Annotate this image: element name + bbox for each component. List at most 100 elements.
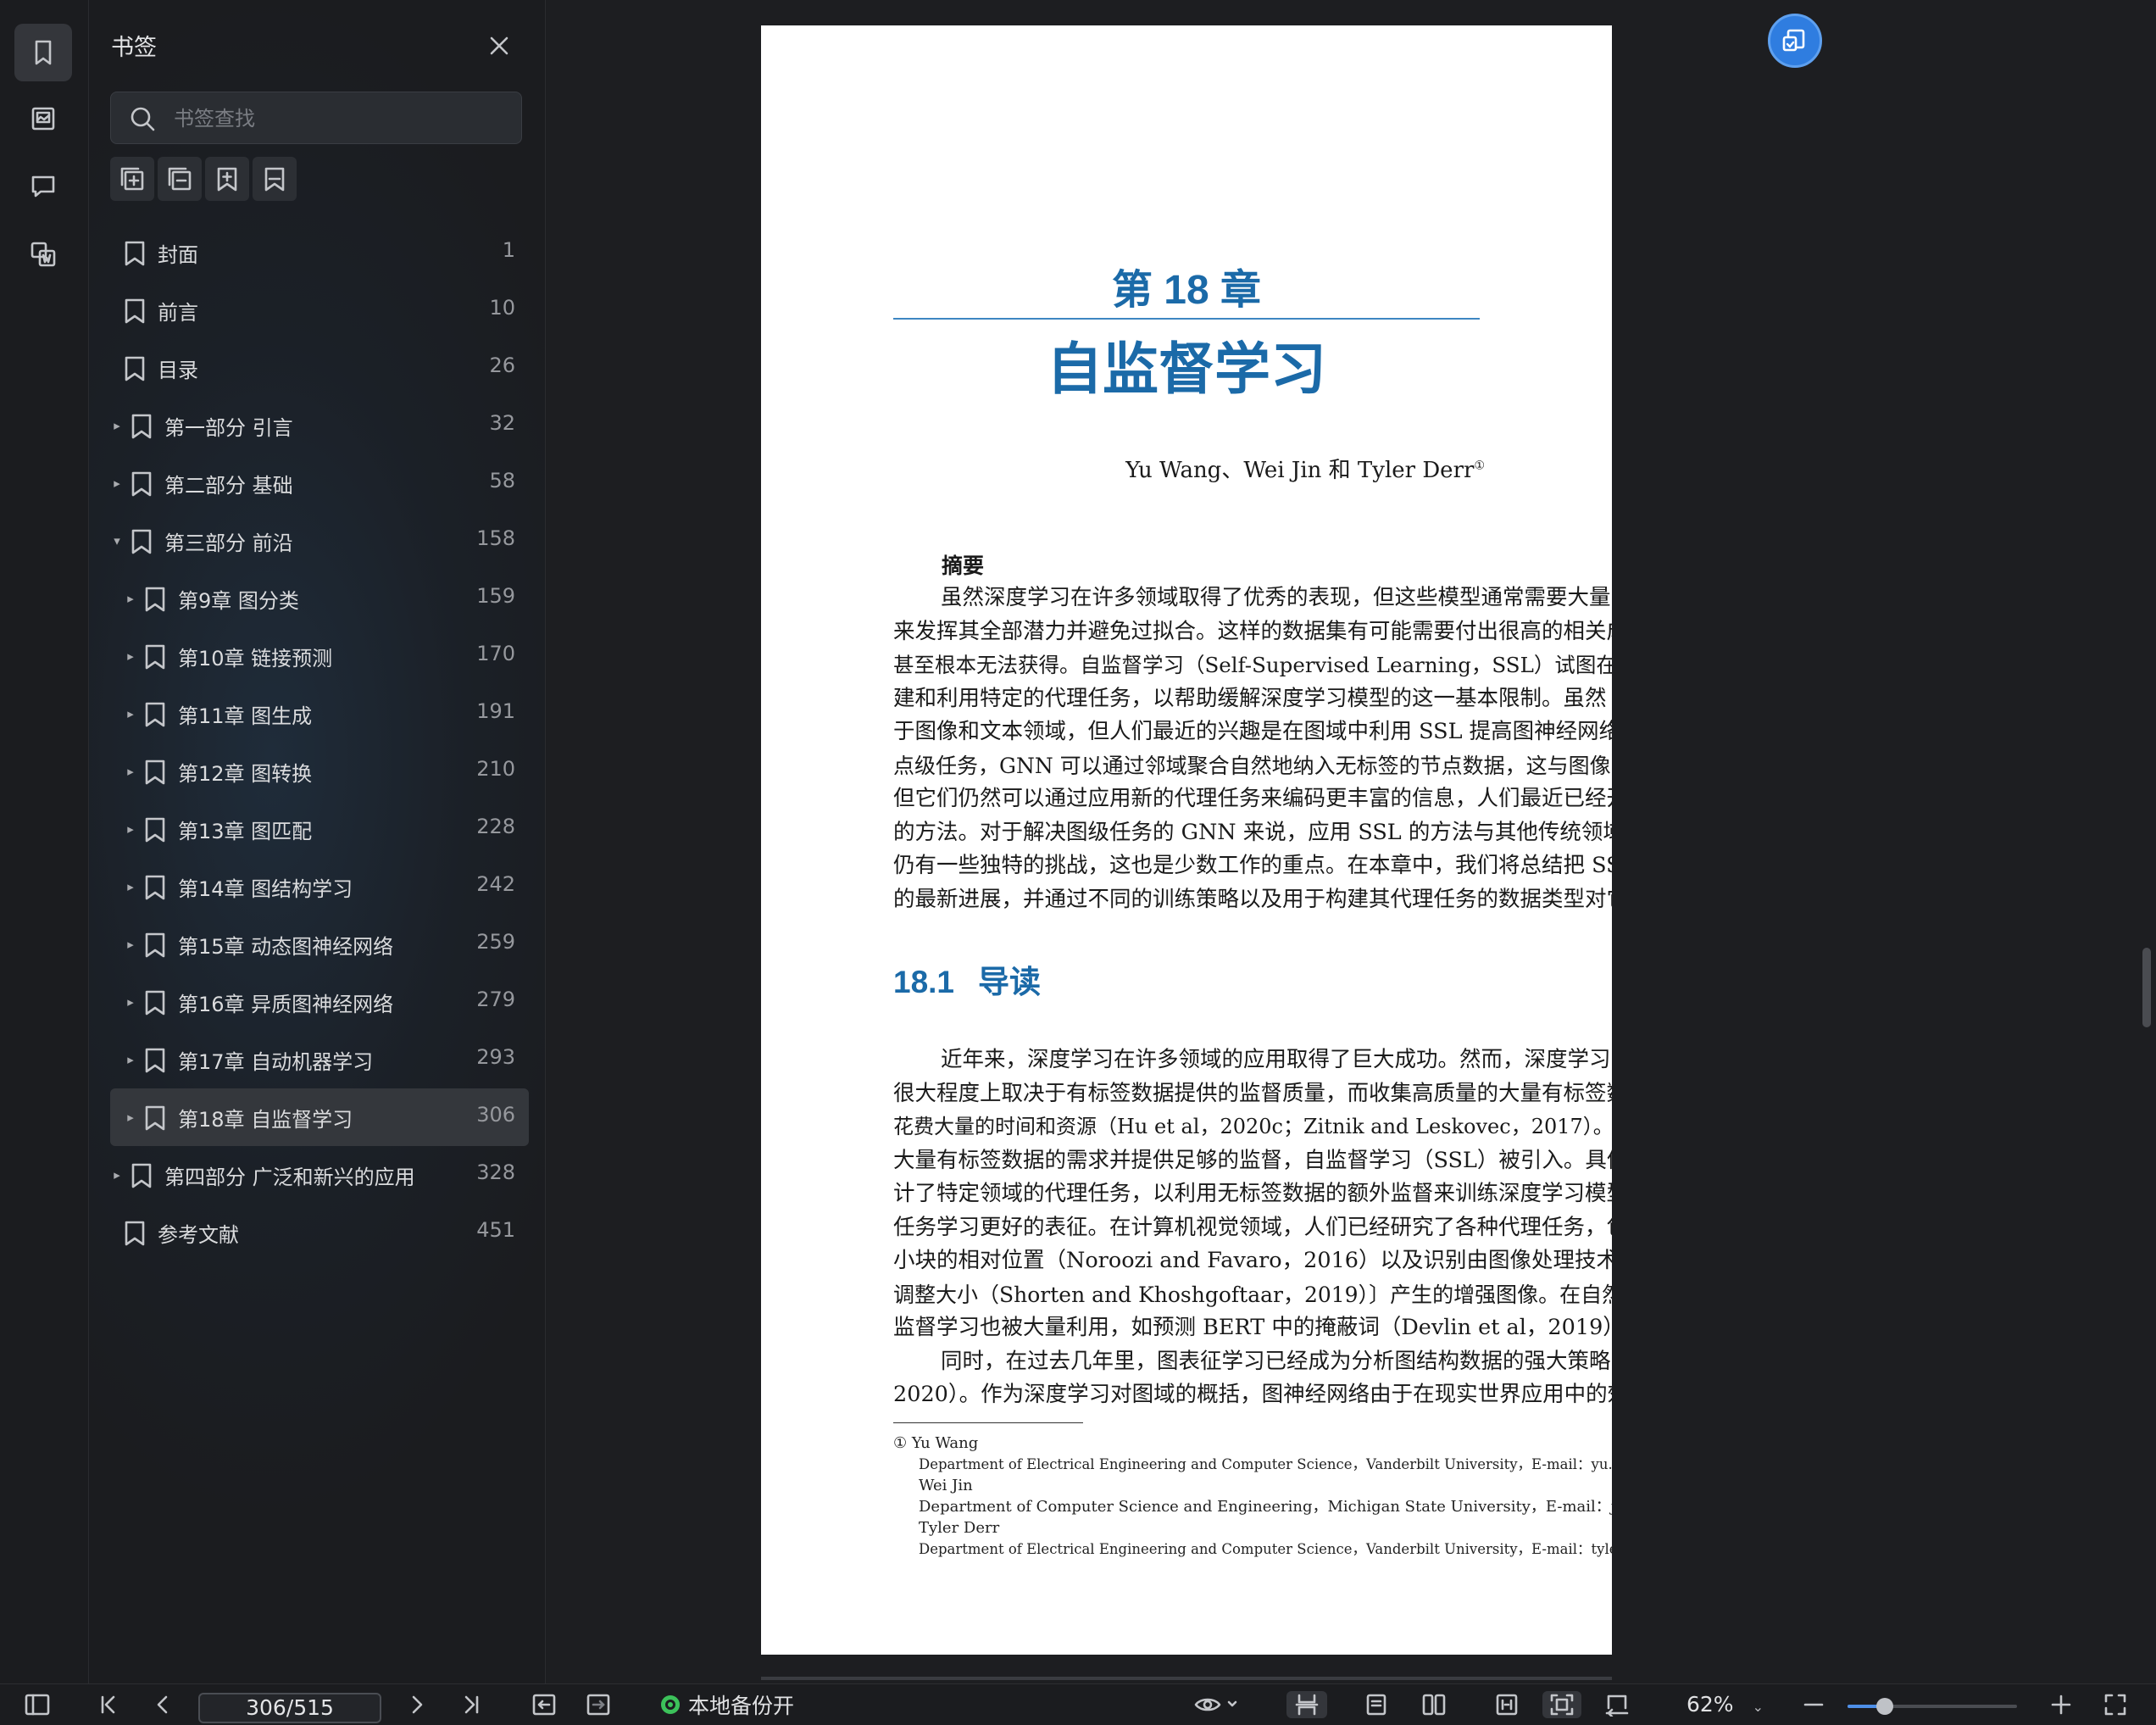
bookmark-item[interactable]: ▸ 第14章 图结构学习 242 — [110, 858, 529, 915]
bookmark-page-number: 191 — [476, 699, 515, 723]
footnote: ① Yu Wang Department of Electrical Engine… — [893, 1433, 1612, 1560]
bookmark-item[interactable]: ▸ 第17章 自动机器学习 293 — [110, 1031, 529, 1088]
caret-right-icon[interactable]: ▸ — [124, 992, 137, 1012]
bookmark-item[interactable]: ▸ 第二部分 基础 58 — [110, 454, 529, 512]
caret-right-icon[interactable]: ▸ — [124, 876, 137, 897]
bookmark-item[interactable]: ▾ 第三部分 前沿 158 — [110, 512, 529, 570]
vertical-scrollbar[interactable] — [2142, 948, 2151, 1027]
caret-right-icon[interactable]: ▸ — [124, 646, 137, 666]
bookmark-item[interactable]: ▸ 第13章 图匹配 228 — [110, 800, 529, 858]
fullscreen-button[interactable] — [2098, 1691, 2132, 1718]
caret-down-icon[interactable]: ▾ — [110, 531, 124, 551]
bookmark-item[interactable]: ▸ 第16章 异质图神经网络 279 — [110, 973, 529, 1031]
bookmark-item[interactable]: ▸ 第一部分 引言 32 — [110, 397, 529, 454]
chevron-left-icon — [157, 1695, 168, 1714]
bookmark-item[interactable]: ▸ 第11章 图生成 191 — [110, 685, 529, 743]
go-back-button[interactable] — [527, 1691, 561, 1718]
single-page-button[interactable] — [1359, 1691, 1393, 1718]
caret-right-icon[interactable]: ▸ — [124, 819, 137, 839]
body-line: 同时，在过去几年里，图表征学习已经成为分析图结构数据的强大策略（Hamilton… — [941, 1348, 1612, 1374]
caret-right-icon[interactable]: ▸ — [124, 1049, 137, 1070]
footnote-line: ① Yu Wang — [893, 1434, 979, 1452]
sync-button[interactable] — [1768, 14, 1822, 68]
collapse-all-button[interactable] — [158, 157, 202, 201]
bookmark-page-number: 242 — [476, 872, 515, 896]
caret-right-icon[interactable]: ▸ — [124, 761, 137, 782]
bookmark-item[interactable]: ▸ 第12章 图转换 210 — [110, 743, 529, 800]
bookmark-label: 目录 — [158, 359, 198, 382]
abstract-line: 于图像和文本领域，但人们最近的兴趣是在图域中利用 SSL 提高图神经网络的表现。… — [893, 719, 1612, 744]
previous-page-button[interactable] — [146, 1691, 180, 1718]
zoom-in-button[interactable] — [2044, 1691, 2078, 1718]
zoom-out-button[interactable] — [1797, 1691, 1831, 1718]
comment-panel-button[interactable] — [14, 158, 72, 215]
two-page-button[interactable] — [1417, 1691, 1451, 1718]
abstract-line: 虽然深度学习在许多领域取得了优秀的表现，但这些模型通常需要大量的注释数据集 — [941, 585, 1612, 610]
last-page-icon — [464, 1695, 479, 1714]
caret-right-icon[interactable]: ▸ — [124, 588, 137, 609]
view-mode-dropdown[interactable] — [1192, 1691, 1246, 1718]
page-number-input[interactable]: 306/515 — [198, 1693, 381, 1723]
bookmark-item[interactable]: ▸ 第15章 动态图神经网络 259 — [110, 915, 529, 973]
fit-page-button[interactable] — [1542, 1691, 1581, 1718]
continuous-scroll-button[interactable] — [1286, 1691, 1327, 1718]
zoom-slider[interactable] — [1848, 1698, 2017, 1715]
caret-right-icon[interactable]: ▸ — [110, 473, 124, 493]
caret-right-icon[interactable]: ▸ — [110, 415, 124, 436]
horizontal-scrollbar[interactable] — [761, 1677, 1612, 1680]
expand-all-button[interactable] — [110, 157, 154, 201]
abstract-line: 来发挥其全部潜力并避免过拟合。这样的数据集有可能需要付出很高的相关成本才能获得， — [893, 618, 1612, 644]
bookmark-panel-button[interactable] — [14, 24, 72, 81]
caret-right-icon[interactable]: ▸ — [124, 704, 137, 724]
fit-width-button[interactable] — [1490, 1691, 1524, 1718]
minus-icon — [1803, 1703, 1824, 1706]
abstract-paragraph: 虽然深度学习在许多领域取得了优秀的表现，但这些模型通常需要大量的注释数据集来发挥… — [893, 581, 1612, 916]
add-bookmark-button[interactable] — [205, 157, 249, 201]
bookmark-label: 第9章 图分类 — [178, 589, 299, 613]
go-forward-button[interactable] — [581, 1691, 615, 1718]
body-line: 小块的相对位置（Noroozi and Favaro，2016）以及识别由图像处… — [893, 1248, 1612, 1273]
bookmark-page-number: 159 — [476, 584, 515, 608]
body-line: 计了特定领域的代理任务，以利用无标签数据的额外监督来训练深度学习模型，并为下游 — [893, 1181, 1612, 1206]
chevron-down-icon: ⌄ — [1752, 1699, 1764, 1715]
panel-title: 书签 — [111, 35, 157, 61]
bookmark-label: 封面 — [158, 243, 198, 267]
rotate-button[interactable] — [1600, 1691, 1634, 1718]
caret-right-icon[interactable]: ▸ — [124, 1107, 137, 1127]
abstract-line: 仍有一些独特的挑战，这也是少数工作的重点。在本章中，我们将总结把 SSL 应用于… — [893, 853, 1612, 878]
bookmark-icon — [131, 414, 152, 439]
thumbnail-panel-button[interactable] — [14, 90, 72, 147]
zoom-slider-handle[interactable] — [1876, 1698, 1893, 1715]
bookmark-search-input[interactable] — [172, 101, 506, 136]
chapter-title: 自监督学习 — [1047, 337, 1326, 400]
bookmark-item[interactable]: ▸ 第四部分 广泛和新兴的应用 328 — [110, 1146, 529, 1204]
bookmark-item[interactable]: 目录 26 — [110, 339, 529, 397]
close-panel-button[interactable] — [482, 29, 516, 63]
bookmark-item[interactable]: ▸ 第10章 链接预测 170 — [110, 627, 529, 685]
body-line: 大量有标签数据的需求并提供足够的监督，自监督学习（SSL）被引入。具体来说，SS… — [893, 1147, 1612, 1173]
toggle-sidebar-button[interactable] — [20, 1691, 54, 1718]
last-page-button[interactable] — [454, 1691, 488, 1718]
section-heading: 18.1 导读 — [893, 956, 1041, 1002]
bookmark-item[interactable]: 前言 10 — [110, 281, 529, 339]
document-viewer[interactable]: 第 18 章 自监督学习 Yu Wang、Wei Jin 和 Tyler Der… — [546, 0, 2156, 1683]
caret-right-icon[interactable]: ▸ — [124, 934, 137, 954]
bookmark-icon — [145, 644, 165, 670]
body-line: 2020）。作为深度学习对图域的概括，图神经网络由于在现实世界应用中的效率和强大… — [893, 1382, 1612, 1407]
abstract-heading: 摘要 — [942, 554, 985, 578]
bookmark-outline-button[interactable] — [253, 157, 297, 201]
bookmark-item[interactable]: ▸ 第9章 图分类 159 — [110, 570, 529, 627]
next-page-button[interactable] — [400, 1691, 434, 1718]
first-page-button[interactable] — [92, 1691, 125, 1718]
backup-status[interactable]: 本地备份开 — [661, 1691, 794, 1718]
bookmark-item[interactable]: 参考文献 451 — [110, 1204, 529, 1261]
abstract-line: 但它们仍然可以通过应用新的代理任务来编码更丰富的信息，人们最近已经开发出许多这样 — [893, 786, 1612, 811]
bookmark-label: 第三部分 前沿 — [164, 531, 293, 555]
zoom-level: 62% — [1686, 1692, 1734, 1717]
bookmark-item[interactable]: 封面 1 — [110, 224, 529, 281]
bookmark-item[interactable]: ▸ 第18章 自监督学习 306 — [110, 1088, 529, 1146]
zoom-level-dropdown[interactable]: 62% ⌄ — [1686, 1691, 1764, 1718]
forward-icon — [586, 1694, 610, 1716]
caret-right-icon[interactable]: ▸ — [110, 1165, 124, 1185]
replace-panel-button[interactable] — [14, 225, 72, 283]
